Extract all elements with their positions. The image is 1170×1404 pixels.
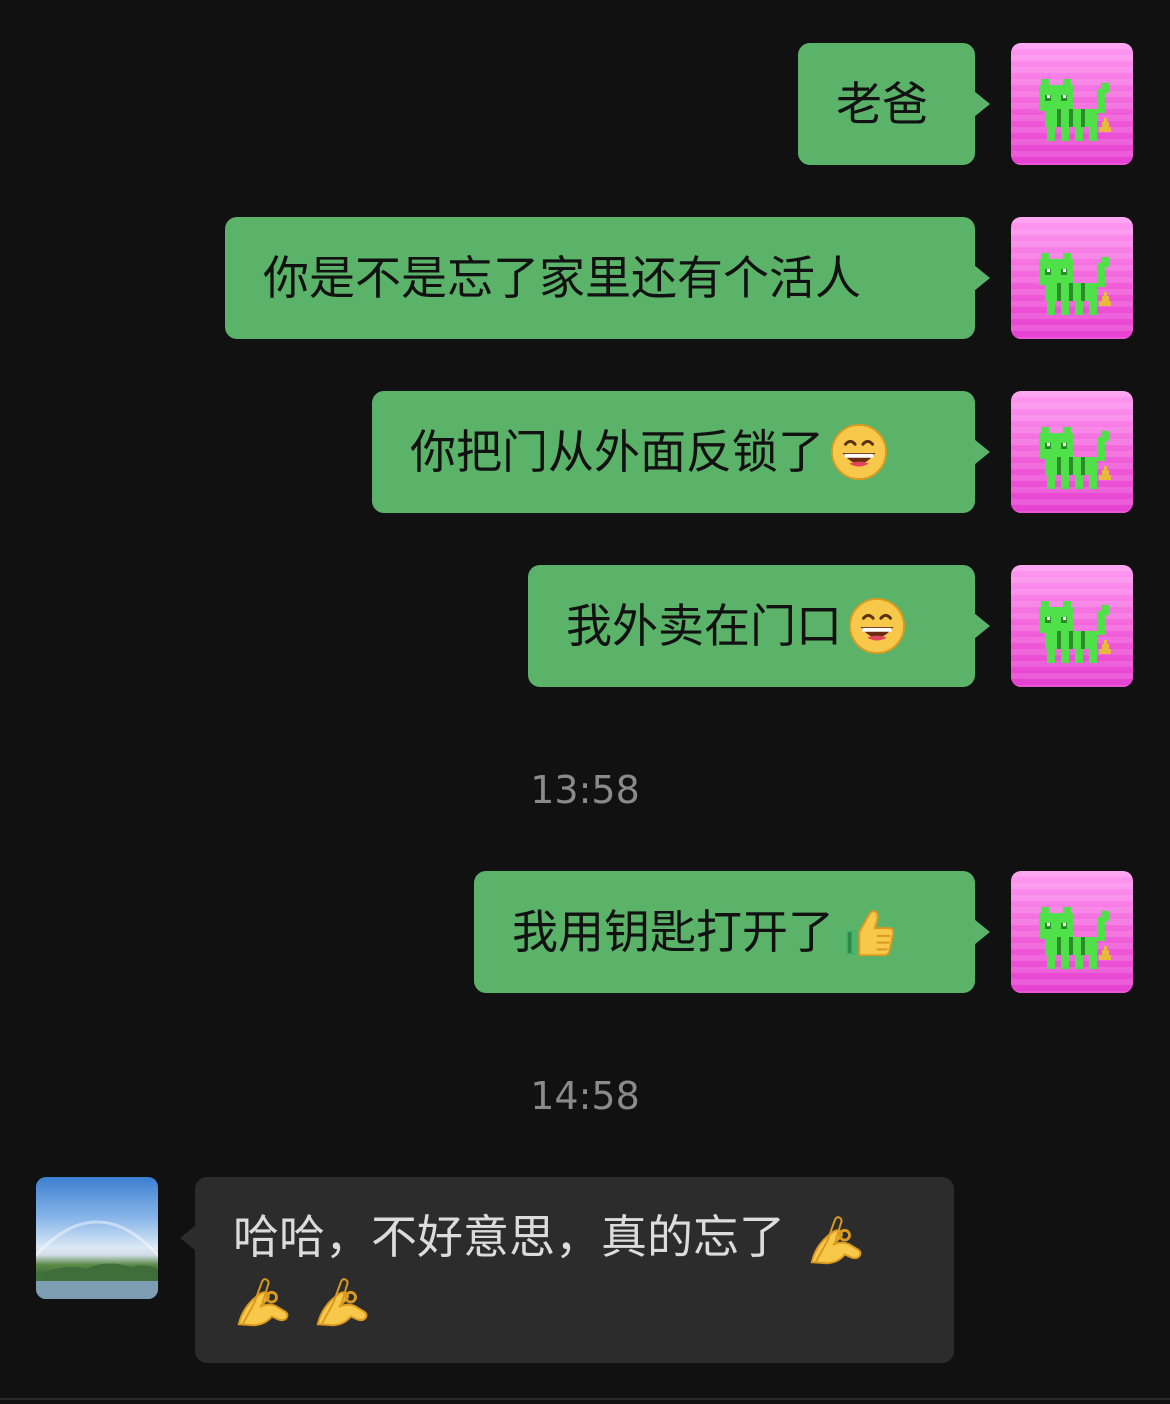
avatar[interactable] [1011,871,1133,993]
message-bubble-outgoing[interactable]: 你把门从外面反锁了 [372,391,990,513]
avatar-landscape-photo[interactable] [36,1177,158,1299]
timestamp: 13:58 [530,768,640,812]
avatar[interactable] [1011,391,1133,513]
message-text: 我外卖在门口 [566,599,842,653]
pixel-cat-icon [1011,391,1133,513]
message-text: 你是不是忘了家里还有个活人 [263,251,861,305]
divider [0,1398,1170,1400]
pixel-cat-icon [1011,565,1133,687]
message-bubble-outgoing[interactable]: 我外卖在门口 [528,565,990,687]
message-bubble-incoming[interactable]: 哈哈，不好意思，真的忘了 [180,1177,954,1363]
grinning-face-icon [848,597,906,655]
avatar[interactable] [1011,43,1133,165]
message-text: 老爸 [836,77,928,131]
ok-hand-icon [233,1274,291,1332]
message-text: 你把门从外面反锁了 [410,425,824,479]
grinning-face-icon [830,423,888,481]
thumbs-up-icon [840,903,898,961]
message-text: 哈哈，不好意思，真的忘了 [233,1210,785,1264]
message-bubble-outgoing[interactable]: 你是不是忘了家里还有个活人 [225,217,990,339]
rainbow-landscape-icon [36,1220,158,1299]
message-bubble-outgoing[interactable]: 我用钥匙打开了 [474,871,990,993]
pixel-cat-icon [1011,217,1133,339]
message-bubble-outgoing[interactable]: 老爸 [798,43,990,165]
avatar[interactable] [1011,565,1133,687]
timestamp: 14:58 [530,1074,640,1118]
avatar[interactable] [1011,217,1133,339]
message-text: 我用钥匙打开了 [512,905,834,959]
ok-hand-icon [806,1212,864,1270]
pixel-cat-icon [1011,43,1133,165]
ok-hand-icon [312,1274,370,1332]
pixel-cat-icon [1011,871,1133,993]
